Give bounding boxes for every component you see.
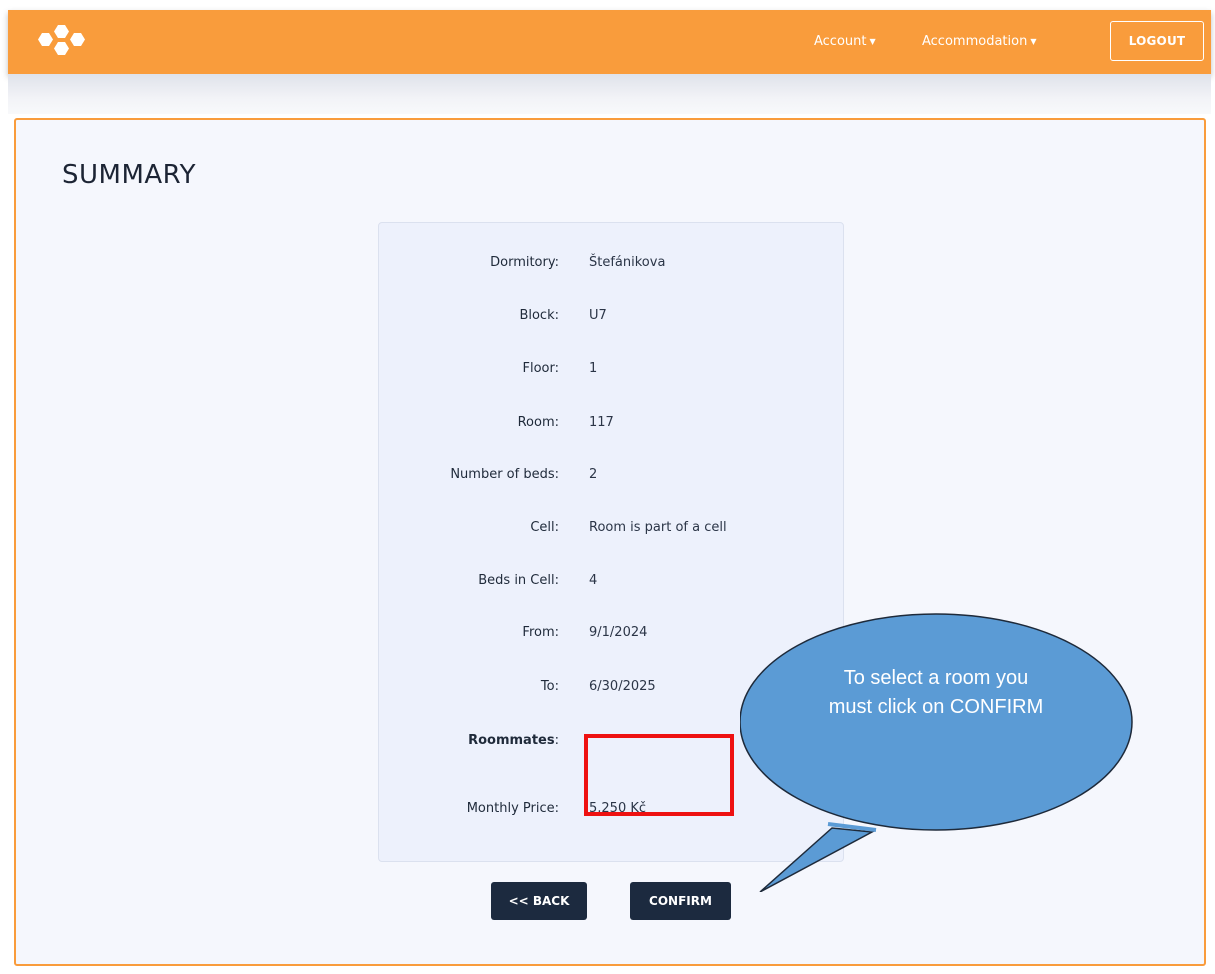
to-value: 6/30/2025 [589, 679, 656, 694]
account-menu-label: Account [814, 34, 867, 49]
dormitory-label: Dormitory: [490, 255, 559, 270]
block-label: Block: [519, 308, 559, 323]
chevron-down-icon: ▼ [869, 37, 876, 46]
back-button[interactable]: << BACK [491, 882, 587, 920]
accommodation-menu[interactable]: Accommodation ▼ [922, 10, 1036, 74]
roommates-label-colon: : [554, 733, 559, 748]
header-shadow-band [8, 74, 1211, 114]
summary-row-floor: Floor: 1 [379, 357, 843, 381]
summary-row-room: Room: 117 [379, 411, 843, 435]
from-value: 9/1/2024 [589, 625, 648, 640]
monthly-price-label: Monthly Price: [466, 801, 559, 816]
confirm-button[interactable]: CONFIRM [630, 882, 731, 920]
summary-row-cell: Cell: Room is part of a cell [379, 516, 843, 540]
confirm-highlight-box [584, 734, 734, 816]
speech-bubble-callout [740, 613, 1133, 892]
summary-row-block: Block: U7 [379, 304, 843, 328]
summary-row-dormitory: Dormitory: Štefánikova [379, 251, 843, 275]
accommodation-menu-label: Accommodation [922, 34, 1028, 49]
block-value: U7 [589, 308, 607, 323]
page-title: SUMMARY [62, 160, 196, 190]
number-of-beds-value: 2 [589, 467, 598, 482]
roommates-label: Roommates: [379, 729, 559, 753]
dormitory-value: Štefánikova [589, 255, 666, 270]
roommates-label-text: Roommates [468, 733, 555, 748]
account-menu[interactable]: Account ▼ [814, 10, 876, 74]
number-of-beds-label: Number of beds: [450, 467, 559, 482]
cell-label: Cell: [530, 520, 559, 535]
hexagon-cluster-logo-icon[interactable] [32, 24, 92, 60]
chevron-down-icon: ▼ [1030, 37, 1037, 46]
to-label: To: [540, 679, 559, 694]
logout-button[interactable]: LOGOUT [1110, 21, 1204, 61]
top-navbar: Account ▼ Accommodation ▼ LOGOUT [8, 10, 1211, 74]
summary-row-number-of-beds: Number of beds: 2 [379, 463, 843, 487]
floor-label: Floor: [522, 361, 560, 376]
callout-text: To select a room you must click on CONFI… [828, 667, 1044, 718]
summary-row-beds-in-cell: Beds in Cell: 4 [379, 569, 843, 593]
room-value: 117 [589, 415, 614, 430]
beds-in-cell-label: Beds in Cell: [478, 573, 559, 588]
from-label: From: [522, 625, 559, 640]
room-label: Room: [517, 415, 559, 430]
beds-in-cell-value: 4 [589, 573, 598, 588]
floor-value: 1 [589, 361, 598, 376]
cell-value: Room is part of a cell [589, 520, 727, 535]
